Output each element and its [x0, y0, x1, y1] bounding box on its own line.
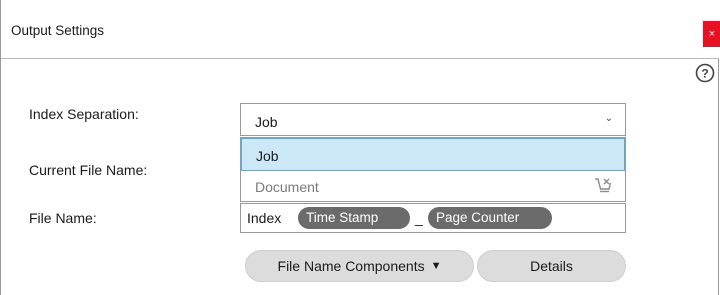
dropdown-option-label: Document	[255, 179, 319, 195]
cart-icon	[595, 178, 612, 193]
dialog-title: Output Settings	[11, 23, 105, 38]
file-name-label: File Name:	[29, 210, 97, 226]
dropdown-option-document[interactable]: Document	[241, 171, 625, 201]
help-circle-icon: ?	[695, 63, 715, 83]
help-button[interactable]: ?	[695, 63, 715, 83]
index-separation-label: Index Separation:	[29, 106, 139, 122]
token-page-counter[interactable]: Page Counter	[428, 207, 552, 229]
details-button[interactable]: Details	[477, 250, 626, 282]
close-icon: ×	[708, 28, 716, 40]
current-file-name-label: Current File Name:	[29, 162, 148, 178]
file-name-prefix: Index	[247, 210, 282, 226]
file-name-components-button[interactable]: File Name Components ▼	[245, 250, 474, 282]
details-label: Details	[530, 258, 573, 274]
title-bar: Output Settings ×	[1, 0, 720, 59]
index-separation-select[interactable]: Job ⌄	[240, 103, 626, 136]
close-button[interactable]: ×	[703, 21, 720, 47]
output-settings-dialog: Output Settings × ? Index Separation: Cu…	[0, 0, 720, 295]
chevron-down-icon: ⌄	[604, 113, 613, 124]
file-name-field[interactable]: Index Time Stamp _ Page Counter	[240, 203, 626, 233]
file-name-components-label: File Name Components	[277, 258, 425, 274]
file-name-separator: _	[415, 210, 423, 226]
svg-text:?: ?	[701, 67, 708, 81]
triangle-down-icon: ▼	[430, 260, 442, 272]
token-time-stamp[interactable]: Time Stamp	[298, 207, 410, 229]
index-separation-dropdown: Job Document	[240, 137, 626, 202]
index-separation-value: Job	[255, 114, 278, 130]
dropdown-option-label: Job	[256, 148, 279, 164]
dropdown-option-job[interactable]: Job	[241, 138, 625, 171]
